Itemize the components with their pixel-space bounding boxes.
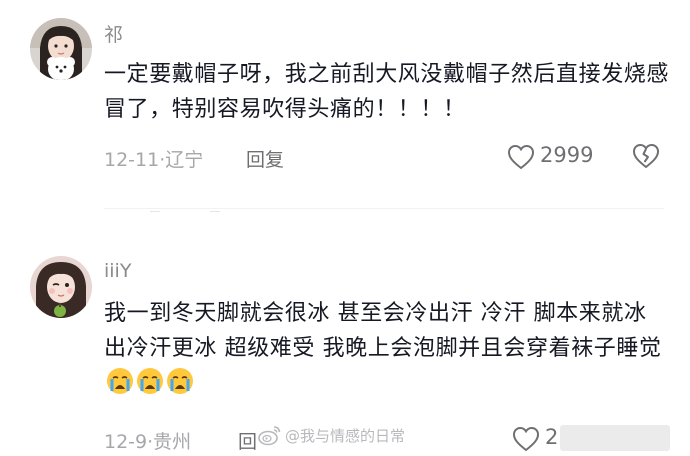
avatar[interactable] [30,18,92,80]
comment-text-body: 我一到冬天脚就会很冰 甚至会冷出汗 冷汗 脚本来就冰 出冷汗更冰 超级难受 我晚… [104,301,662,361]
comment-date: 12-9 [104,431,148,453]
crying-face-emoji-icon [107,368,133,394]
divider-dash [150,211,160,212]
like-button[interactable]: 2999 [507,143,602,173]
comment-location: 辽宁 [165,149,204,171]
avatar-girl-puppy-icon [30,18,92,80]
reply-button[interactable]: 回 [238,427,257,454]
heart-outline-icon [512,426,540,452]
username[interactable]: iiiY [104,260,131,282]
comment-text: 一定要戴帽子呀，我之前刮大风没戴帽子然后直接发烧感冒了，特别容易吹得头痛的！！！… [104,62,670,122]
comment-location: 贵州 [153,431,192,453]
comment-divider [104,208,664,209]
reply-button[interactable]: 回复 [246,145,284,172]
weibo-logo-icon [258,426,281,446]
comment-meta: 12-9·贵州 [104,427,191,454]
comment-date: 12-11 [104,149,160,171]
avatar-girl-winking-icon [30,256,92,318]
divider-dash [210,211,220,212]
broken-heart-icon [632,143,660,169]
crying-face-emoji-icon [167,368,193,394]
comment-meta: 12-11·辽宁 [104,145,203,172]
username[interactable]: 祁 [104,20,123,47]
emoji-group [104,368,194,396]
watermark: @我与情感的日常 [258,422,405,448]
avatar[interactable] [30,256,92,318]
dislike-button[interactable] [632,143,662,171]
watermark-blur-overlay [560,425,670,451]
crying-face-emoji-icon [137,368,163,394]
like-count: 2999 [540,143,594,167]
heart-outline-icon [507,144,535,170]
watermark-text: @我与情感的日常 [285,426,406,445]
comment-text: 我一到冬天脚就会很冰 甚至会冷出汗 冷汗 脚本来就冰 出冷汗更冰 超级难受 我晚… [104,296,674,401]
